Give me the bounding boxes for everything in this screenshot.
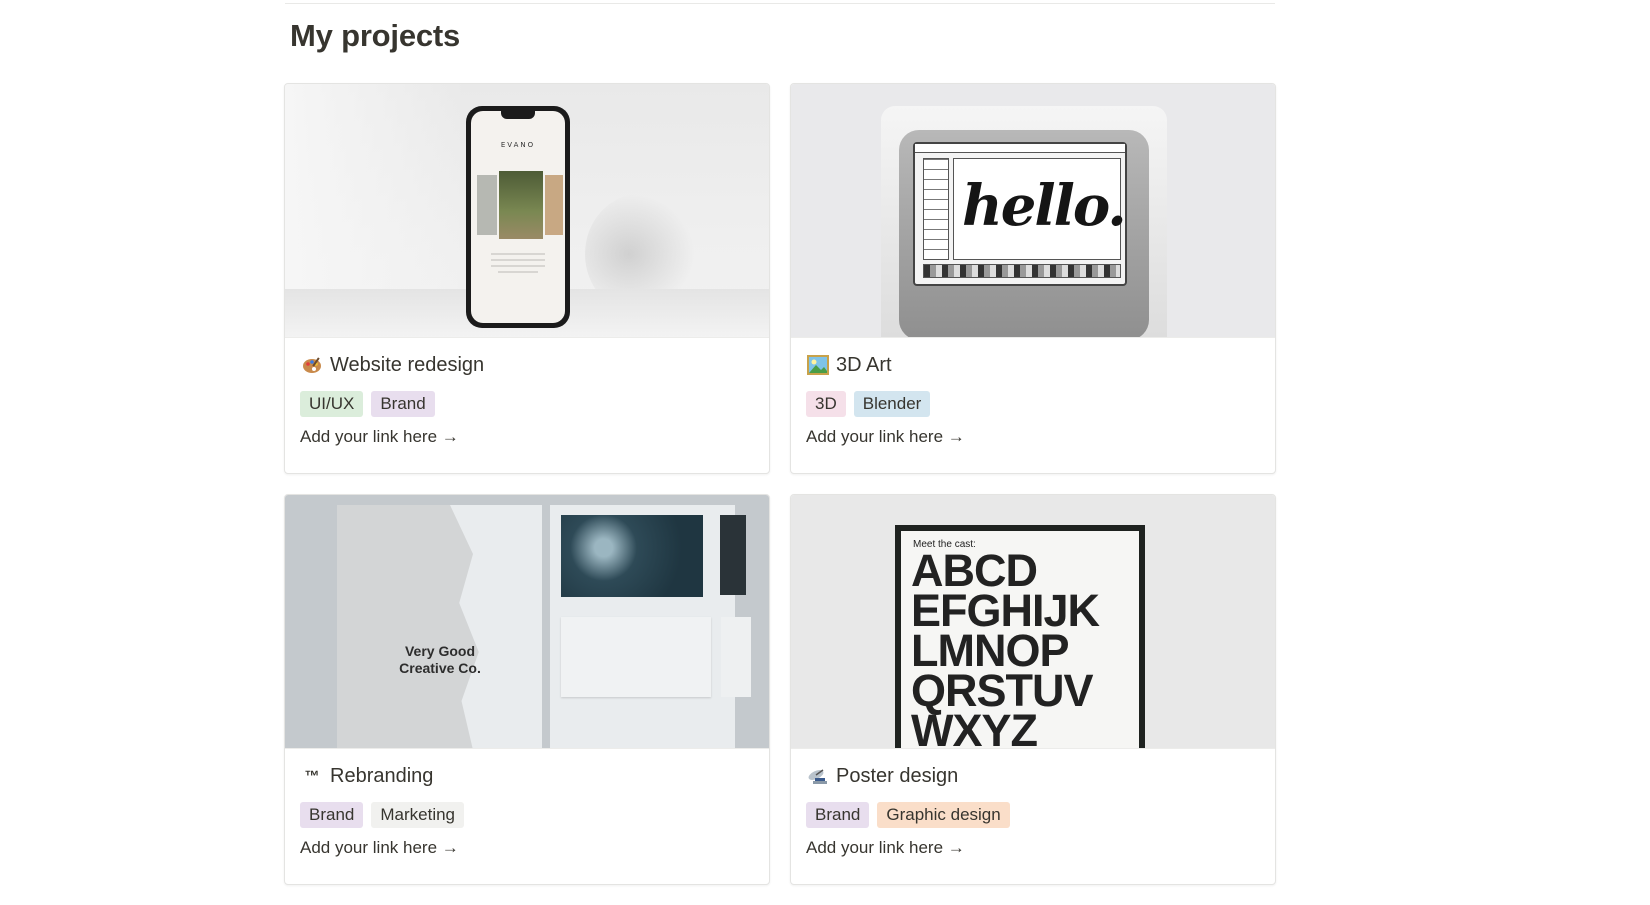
satellite-dish-icon [806, 764, 830, 788]
poster-letters: ABCD EFGHIJK LMNOP QRSTUV WXYZ [911, 545, 1100, 749]
phone-mockup: EVANO [466, 106, 570, 328]
project-cover-image: hello. [791, 84, 1275, 338]
trademark-icon: ™ [304, 767, 320, 785]
screen-hello-text: hello. [962, 173, 1127, 239]
tag-brand: Brand [371, 391, 435, 417]
retro-computer-illustration: hello. [881, 106, 1167, 337]
palette-icon [300, 353, 324, 377]
project-link[interactable]: Add your link here → [300, 838, 459, 858]
project-card-website-redesign[interactable]: EVANO Website redesign UI/UX Brand Add y… [284, 83, 770, 474]
project-title: Poster design [836, 764, 959, 787]
tag-list: UI/UX Brand [300, 391, 754, 417]
poster-frame: Meet the cast: ABCD EFGHIJK LMNOP QRSTUV WXY… [895, 525, 1145, 749]
tag-3d: 3D [806, 391, 846, 417]
project-cover-image: Meet the cast: ABCD EFGHIJK LMNOP QRSTUV WXY… [791, 495, 1275, 749]
tag-blender: Blender [853, 391, 931, 417]
project-title: 3D Art [836, 353, 892, 376]
tag-list: Brand Marketing [300, 802, 754, 828]
project-cover-image: Very Good Creative Co. [285, 495, 769, 749]
tag-brand: Brand [300, 802, 364, 828]
project-title: Website redesign [330, 353, 485, 376]
projects-gallery: EVANO Website redesign UI/UX Brand Add y… [284, 83, 1276, 885]
framed-picture-icon [806, 353, 830, 377]
tag-marketing: Marketing [371, 802, 465, 828]
tag-list: Brand Graphic design [806, 802, 1260, 828]
project-card-rebranding[interactable]: Very Good Creative Co. ™ Rebranding Bran… [284, 494, 770, 885]
tag-list: 3D Blender [806, 391, 1260, 417]
project-card-3d-art[interactable]: hello. 3D Art 3D Blender Add your link h… [790, 83, 1276, 474]
phone-brand-text: EVANO [500, 141, 536, 149]
project-title: Rebranding [330, 764, 434, 787]
page-title: My projects [290, 18, 461, 53]
project-link[interactable]: Add your link here → [806, 838, 965, 858]
cover-card-text: Very Good Creative Co. [399, 643, 481, 676]
project-cover-image: EVANO [285, 84, 769, 338]
tag-brand: Brand [806, 802, 870, 828]
project-card-poster-design[interactable]: Meet the cast: ABCD EFGHIJK LMNOP QRSTUV WXY… [790, 494, 1276, 885]
project-link[interactable]: Add your link here → [300, 427, 459, 447]
tag-ui-ux: UI/UX [300, 391, 364, 417]
project-link[interactable]: Add your link here → [806, 427, 965, 447]
top-divider [285, 3, 1275, 4]
tag-graphic-design: Graphic design [877, 802, 1010, 828]
